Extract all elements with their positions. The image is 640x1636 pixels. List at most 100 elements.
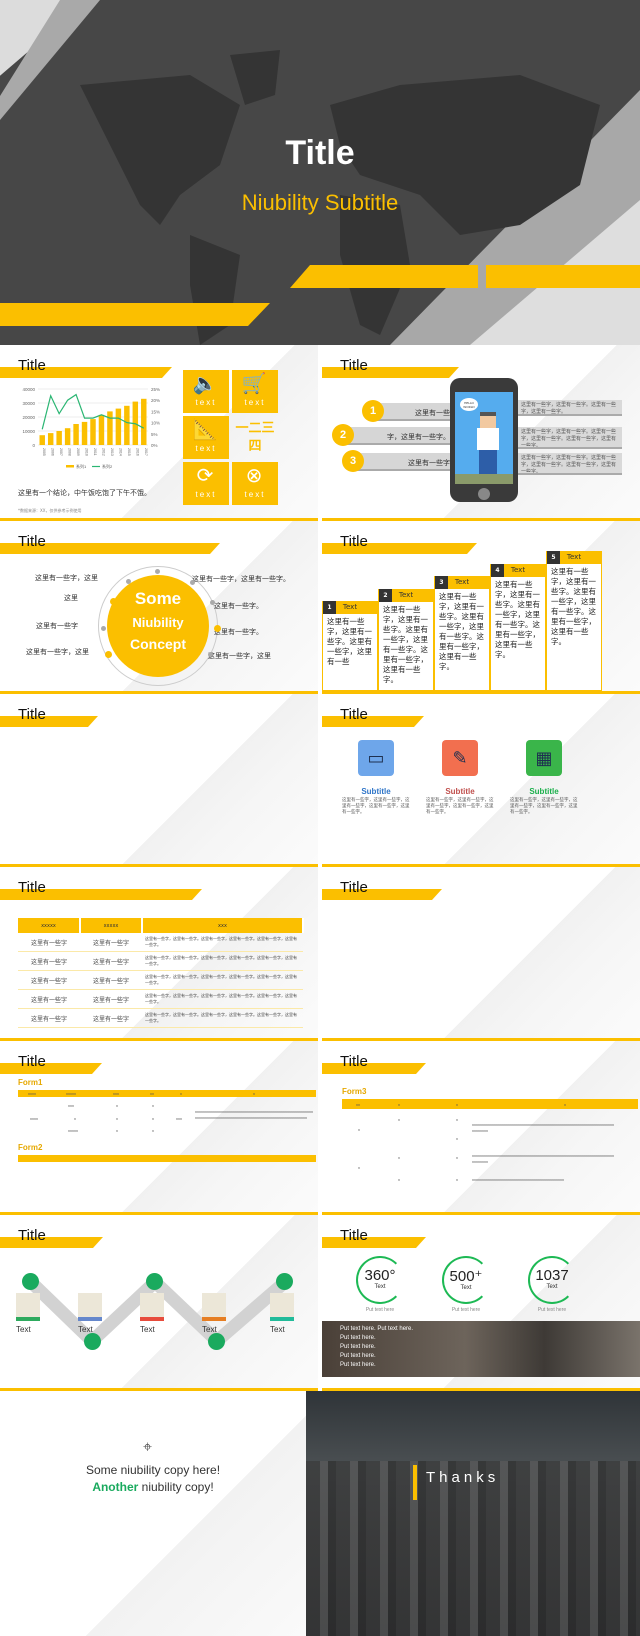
table-cell: 这里有一些字，这里有一些字。这里有一些字，这里有一些字。这里有一些字，这里有一些… [142,933,303,952]
slide-title: Title [18,706,46,723]
tile-button[interactable]: 🛒 text [232,370,278,413]
phone-slide: Title 这里有一些 1 字，这里有一些字。 2 这里有一些字 3 HELLO WORL… [322,345,640,521]
stairs-slide: Title 1 Text 这里有一些字，这里有一些字。这里有一些字，这里有一些 2 Te… [322,521,640,694]
cell: x [456,1136,458,1141]
table-cell: 这里有一些字，这里有一些字。这里有一些字，这里有一些字。这里有一些字，这里有一些… [142,1008,303,1028]
x-tick-label: 2008 [68,448,72,456]
tile-button[interactable]: 🔈 text [183,370,229,413]
step-header: 3 Text [435,576,489,589]
chart-icon: ▦ [526,740,562,776]
step-text: 这里有一些字，这里有一些字。这里有一些字，这里有一些字。这里有一些字，这里有一些… [439,592,484,671]
conclusion-text: 这里有一个结论，中午饭吃饱了下午不饿。 [18,489,151,497]
x-tick-label: 2010 [85,448,89,456]
table-cell: 这里有一些字 [18,933,80,952]
step-text: 这里有一些字，这里有一些字。这里有一些字，这里有一些字。这里有一些字，这里有一些… [383,604,428,684]
orbit-dot [155,569,160,574]
progress-ring: 360° Text [356,1256,404,1304]
cell: x [358,1127,360,1132]
form1-label: Form1 [18,1078,43,1087]
step-node [208,1333,225,1350]
blank-slide: Title [0,694,318,867]
step-node [22,1273,39,1290]
step-number: 5 [547,551,560,564]
orbit-dot [214,625,221,632]
tile-button[interactable]: ⊗ text [232,462,278,505]
speaker-icon: 🔈 [192,373,220,395]
number-badge: 3 [342,450,364,472]
col-header: xxxx [28,1091,36,1096]
concept-line: Niubility [132,615,184,630]
cover-subtitle: Niubility Subtitle [241,190,399,215]
cell: x [116,1116,118,1121]
x-tick-label: 2005 [42,448,46,456]
bar [115,408,122,445]
step-title: Text [566,553,582,561]
stat-label: Text [374,1284,386,1290]
number-badge: 2 [332,424,354,446]
accent-bar [413,1465,417,1500]
cell: xxxxx [68,1128,78,1133]
card-text: 这里有一些字，这里有一些字，这里有一些字，这里有一些字，这里有一些字。 [426,798,494,815]
cell: x [74,1116,76,1121]
step-label: Text [78,1325,93,1334]
slide-title: Title [340,1227,368,1244]
table-cell: 这里有一些字 [18,951,80,971]
thanks-slide: Thanks [306,1391,640,1636]
cover-slide: Title Niubility Subtitle [0,0,640,345]
concept-label-left: 这里有一些字，这里 [35,574,98,582]
bar [39,435,45,445]
photo-text-line: Put text here. [340,1344,376,1350]
column-header: xxxxx [80,918,143,933]
step-label: Text [202,1325,217,1334]
slide-title: Title [18,533,46,550]
chat-icon [140,1293,164,1321]
cell: xxx [176,1116,182,1121]
document-edit-icon [202,1293,226,1321]
notebook-icon: ✎ [442,740,478,776]
tile-button[interactable]: ⟳ text [183,462,229,505]
stat-caption: Put text here [451,1307,481,1313]
stats-slide: Title 360° Text Put text here 500⁺ Text Put t… [322,1215,640,1391]
concept-label-left: 这里 [64,594,78,602]
col-header: x [180,1091,182,1096]
x-tick-label: 2011 [93,448,97,456]
orbit-dot [126,579,131,584]
legend-swatch [66,465,74,468]
stat-caption: Put text here [537,1307,567,1313]
step-label: Text [16,1325,31,1334]
long-cell: xxxxxxxxxxxxxxxxxxxxxxxxxxxxxxxxxxxxxxxx… [472,1177,564,1182]
tile-label: text [195,490,217,499]
col-header: xx [356,1102,360,1107]
bar [141,398,147,445]
column-header: xxx [142,918,304,933]
step-header: 2 Text [379,588,433,602]
y2-tick-label: 20% [151,398,160,403]
step-title: Text [398,590,414,599]
slide-title: Title [18,357,46,374]
progress-ring: 1037 Text [528,1256,576,1304]
col-header: xxx [113,1091,119,1096]
bar [107,411,113,445]
phone-screen: HELLO WORLD [455,392,513,484]
close-circle-icon: ⊗ [245,465,265,487]
handshake-icon [270,1293,294,1321]
step-title: Text [454,578,470,586]
table-cell: 这里有一些字，这里有一些字。这里有一些字，这里有一些字。这里有一些字，这里有一些… [142,989,303,1009]
step-text: 这里有一些字，这里有一些字。这里有一些字，这里有一些字。这里有一些字，这里有一些… [495,579,540,659]
col-header: xxxxx [66,1091,76,1096]
card-subtitle: Subtitle [361,787,391,796]
cell: x [398,1155,400,1160]
concept-label-right: 这里有一些字。 [214,628,263,636]
step-header: 4 Text [491,563,545,577]
cart-icon: 🛒 [241,373,269,395]
stat-caption: Put text here [365,1307,395,1313]
tile-button[interactable]: 📐 text [183,416,229,459]
step-card: 2 Text 这里有一些字，这里有一些字。这里有一些字，这里有一些字。这里有一些字，… [378,588,434,691]
step-number: 3 [435,576,448,589]
cell: x [116,1103,118,1108]
stat-label: Text [546,1284,558,1290]
table-row: 这里有一些字 这里有一些字 这里有一些字，这里有一些字。这里有一些字，这里有一些字。… [18,970,303,990]
process-slide: Title Text Text Text Text Text [0,1215,318,1391]
table-row: 这里有一些字 这里有一些字 这里有一些字，这里有一些字。这里有一些字，这里有一些字。… [18,1008,303,1028]
cell: x [152,1128,154,1133]
